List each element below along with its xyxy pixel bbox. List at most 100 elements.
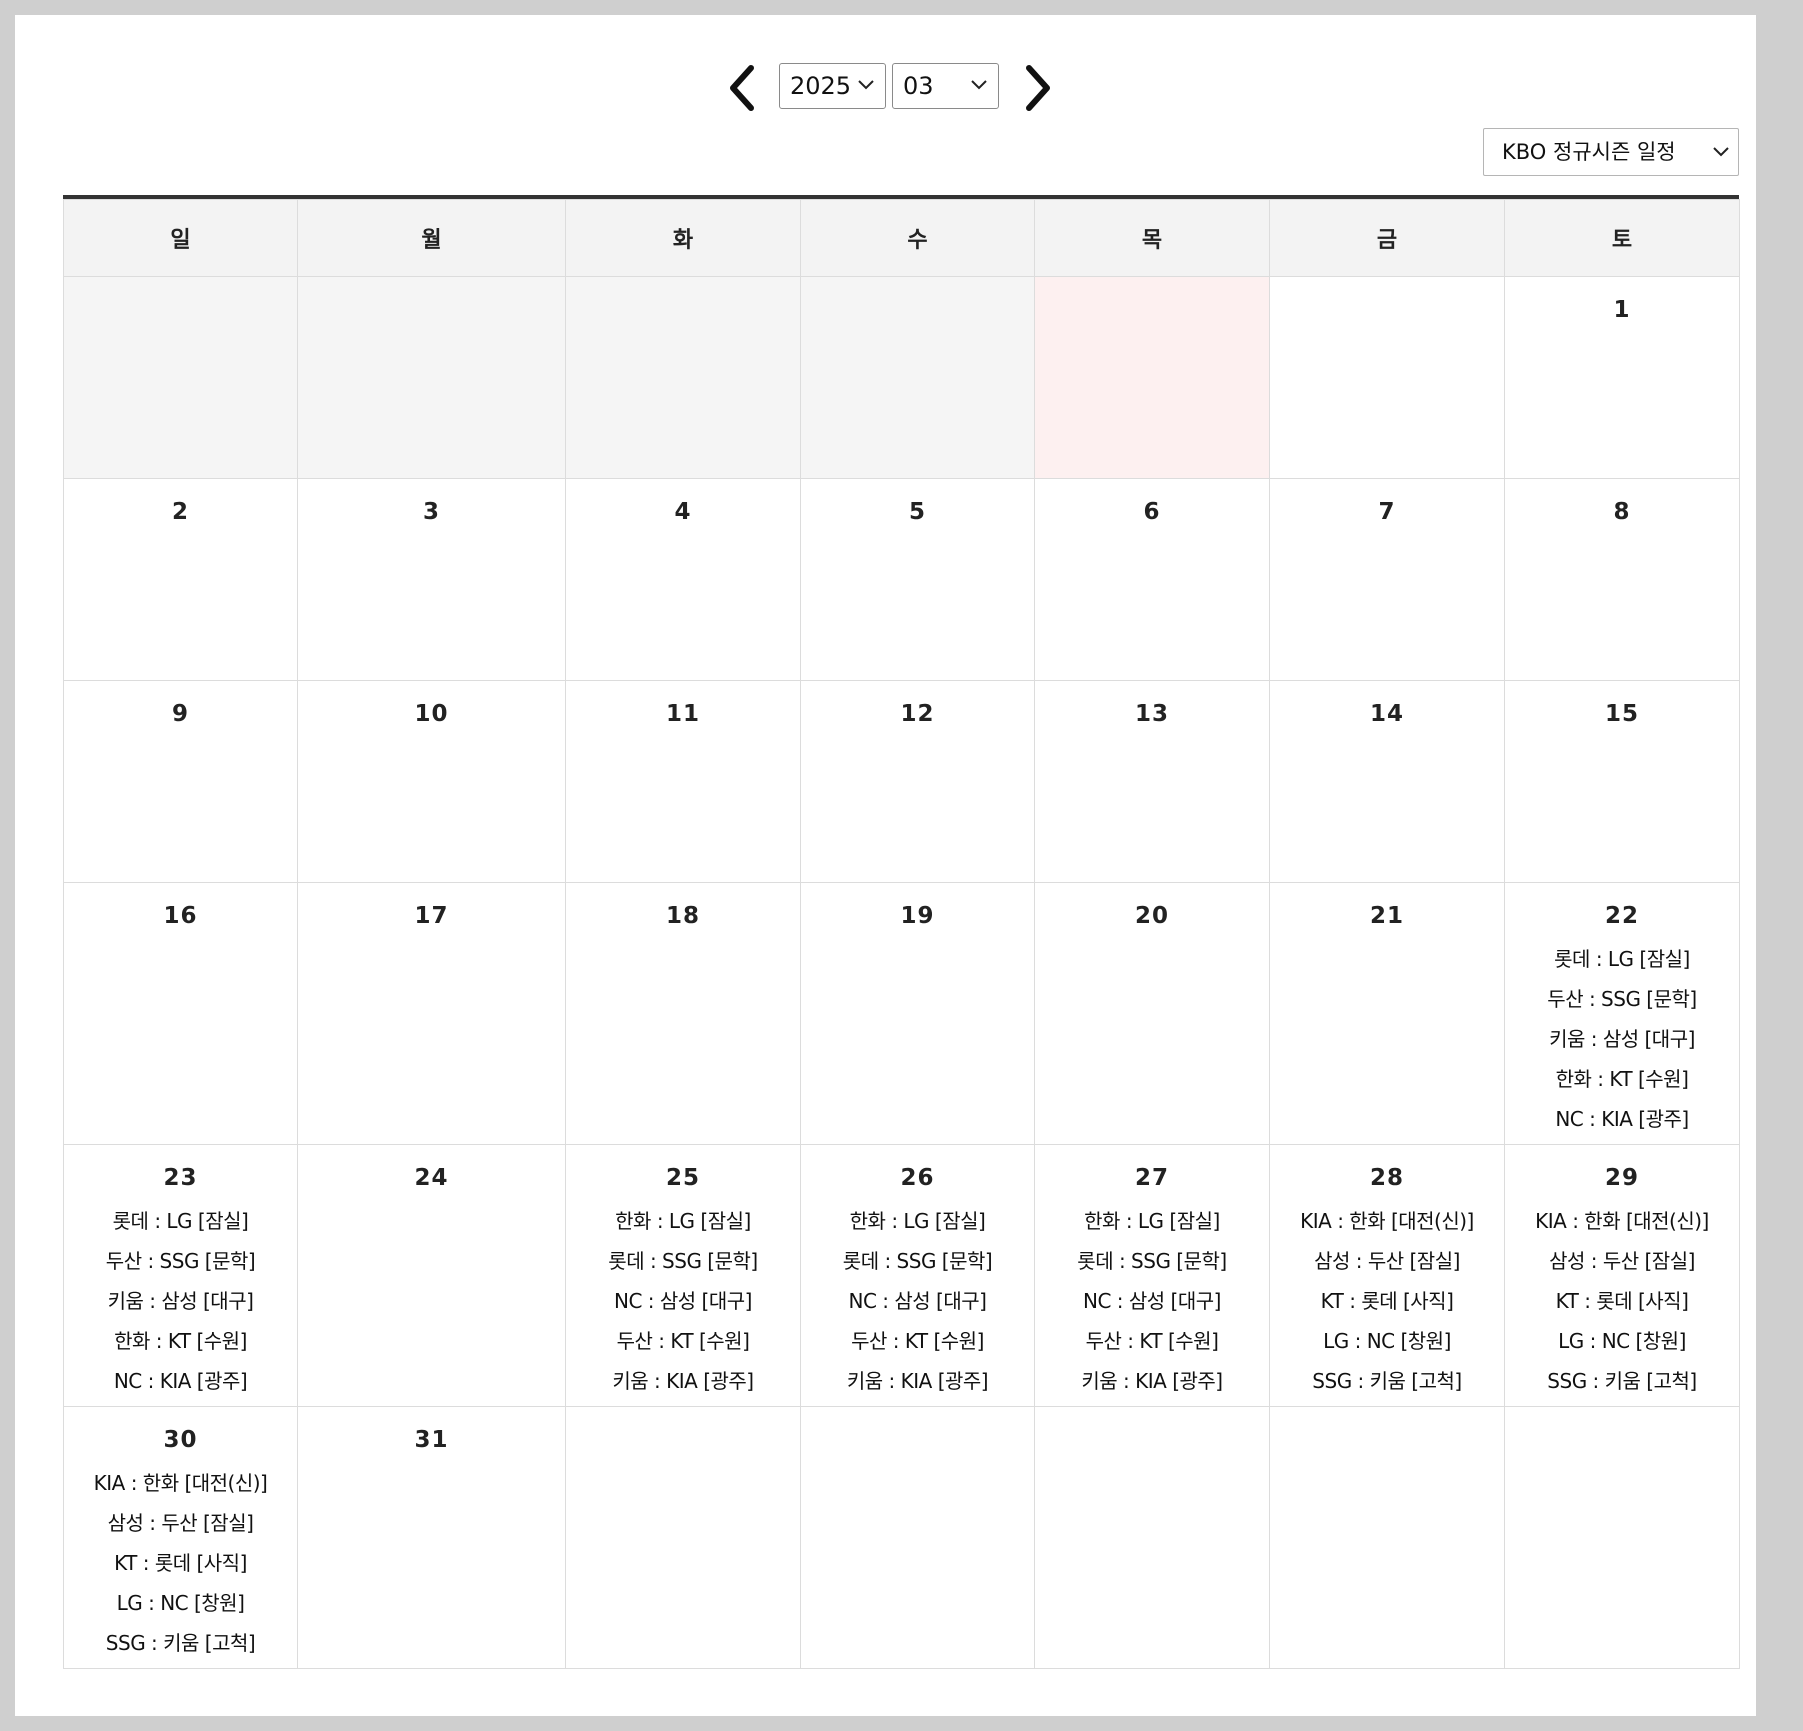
game-entry[interactable]: NC : 삼성 [대구] bbox=[1035, 1281, 1269, 1321]
month-select-value: 03 bbox=[903, 72, 934, 100]
game-entry[interactable]: SSG : 키움 [고척] bbox=[64, 1623, 297, 1663]
calendar-day-cell[interactable]: 23 롯데 : LG [잠실] 두산 : SSG [문학] 키움 : 삼성 [대구] 한… bbox=[63, 1144, 298, 1407]
calendar-cell-empty bbox=[1269, 276, 1505, 479]
calendar-day-cell[interactable]: 14 bbox=[1269, 680, 1505, 883]
game-entry[interactable]: 키움 : KIA [광주] bbox=[1035, 1361, 1269, 1401]
game-entry[interactable]: 삼성 : 두산 [잠실] bbox=[1270, 1241, 1504, 1281]
calendar-day-cell[interactable]: 9 bbox=[63, 680, 298, 883]
game-list: 한화 : LG [잠실] 롯데 : SSG [문학] NC : 삼성 [대구] 두산 … bbox=[1035, 1201, 1269, 1401]
game-entry[interactable]: KT : 롯데 [사직] bbox=[1270, 1281, 1504, 1321]
calendar-day-cell[interactable]: 20 bbox=[1034, 882, 1270, 1145]
chevron-down-icon bbox=[1713, 147, 1729, 157]
game-entry[interactable]: 두산 : SSG [문학] bbox=[64, 1241, 297, 1281]
game-entry[interactable]: KIA : 한화 [대전(신)] bbox=[1270, 1201, 1504, 1241]
weekday-header-sun: 일 bbox=[63, 199, 298, 277]
calendar-day-cell[interactable]: 21 bbox=[1269, 882, 1505, 1145]
game-entry[interactable]: 삼성 : 두산 [잠실] bbox=[64, 1503, 297, 1543]
day-number: 22 bbox=[1604, 903, 1639, 929]
calendar-day-cell[interactable]: 19 bbox=[800, 882, 1035, 1145]
weekday-header-thu: 목 bbox=[1034, 199, 1270, 277]
game-entry[interactable]: 한화 : LG [잠실] bbox=[1035, 1201, 1269, 1241]
calendar-day-cell[interactable]: 26 한화 : LG [잠실] 롯데 : SSG [문학] NC : 삼성 [대구] 두… bbox=[800, 1144, 1035, 1407]
calendar-week-row: 23 롯데 : LG [잠실] 두산 : SSG [문학] 키움 : 삼성 [대구] 한… bbox=[63, 1144, 1740, 1407]
game-entry[interactable]: 롯데 : LG [잠실] bbox=[1505, 939, 1739, 979]
game-entry[interactable]: KT : 롯데 [사직] bbox=[64, 1543, 297, 1583]
chevron-left-icon bbox=[730, 65, 754, 111]
calendar-day-cell[interactable]: 27 한화 : LG [잠실] 롯데 : SSG [문학] NC : 삼성 [대구] 두… bbox=[1034, 1144, 1270, 1407]
game-entry[interactable]: LG : NC [창원] bbox=[64, 1583, 297, 1623]
weekday-header-row: 일 월 화 수 목 금 토 bbox=[63, 199, 1740, 277]
game-entry[interactable]: 삼성 : 두산 [잠실] bbox=[1505, 1241, 1739, 1281]
game-entry[interactable]: 두산 : SSG [문학] bbox=[1505, 979, 1739, 1019]
game-entry[interactable]: SSG : 키움 [고척] bbox=[1505, 1361, 1739, 1401]
game-entry[interactable]: NC : KIA [광주] bbox=[64, 1361, 297, 1401]
calendar-day-cell[interactable]: 18 bbox=[565, 882, 801, 1145]
calendar-day-cell[interactable]: 22 롯데 : LG [잠실] 두산 : SSG [문학] 키움 : 삼성 [대구] 한… bbox=[1504, 882, 1740, 1145]
calendar-day-cell[interactable]: 7 bbox=[1269, 478, 1505, 681]
calendar-day-cell[interactable]: 30 KIA : 한화 [대전(신)] 삼성 : 두산 [잠실] KT : 롯데 [사… bbox=[63, 1406, 298, 1669]
calendar-day-cell[interactable]: 4 bbox=[565, 478, 801, 681]
game-entry[interactable]: KIA : 한화 [대전(신)] bbox=[64, 1463, 297, 1503]
calendar-week-row: 30 KIA : 한화 [대전(신)] 삼성 : 두산 [잠실] KT : 롯데 [사… bbox=[63, 1406, 1740, 1669]
day-number: 5 bbox=[908, 499, 926, 525]
game-entry[interactable]: NC : 삼성 [대구] bbox=[566, 1281, 800, 1321]
calendar-day-cell[interactable]: 29 KIA : 한화 [대전(신)] 삼성 : 두산 [잠실] KT : 롯데 [사… bbox=[1504, 1144, 1740, 1407]
game-entry[interactable]: LG : NC [창원] bbox=[1505, 1321, 1739, 1361]
game-entry[interactable]: 키움 : KIA [광주] bbox=[566, 1361, 800, 1401]
year-select[interactable]: 2025 bbox=[779, 63, 886, 109]
calendar-day-cell[interactable]: 17 bbox=[297, 882, 566, 1145]
calendar-cell-empty bbox=[63, 276, 298, 479]
next-month-button[interactable] bbox=[1017, 63, 1057, 113]
calendar-day-cell[interactable]: 1 bbox=[1504, 276, 1740, 479]
game-entry[interactable]: LG : NC [창원] bbox=[1270, 1321, 1504, 1361]
calendar-day-cell[interactable]: 25 한화 : LG [잠실] 롯데 : SSG [문학] NC : 삼성 [대구] 두… bbox=[565, 1144, 801, 1407]
weekday-header-sat: 토 bbox=[1504, 199, 1740, 277]
game-entry[interactable]: 두산 : KT [수원] bbox=[1035, 1321, 1269, 1361]
calendar-day-cell[interactable]: 28 KIA : 한화 [대전(신)] 삼성 : 두산 [잠실] KT : 롯데 [사… bbox=[1269, 1144, 1505, 1407]
game-entry[interactable]: SSG : 키움 [고척] bbox=[1270, 1361, 1504, 1401]
game-entry[interactable]: 롯데 : SSG [문학] bbox=[801, 1241, 1034, 1281]
calendar-day-cell[interactable]: 24 bbox=[297, 1144, 566, 1407]
calendar-day-cell[interactable]: 16 bbox=[63, 882, 298, 1145]
game-entry[interactable]: 두산 : KT [수원] bbox=[801, 1321, 1034, 1361]
day-number: 13 bbox=[1134, 701, 1169, 727]
schedule-type-select[interactable]: KBO 정규시즌 일정 bbox=[1483, 128, 1739, 176]
game-entry[interactable]: 롯데 : SSG [문학] bbox=[566, 1241, 800, 1281]
game-entry[interactable]: 롯데 : SSG [문학] bbox=[1035, 1241, 1269, 1281]
calendar-week-row: 9 10 11 12 13 14 15 bbox=[63, 680, 1740, 883]
calendar-day-cell[interactable]: 15 bbox=[1504, 680, 1740, 883]
day-number: 1 bbox=[1613, 297, 1631, 323]
calendar-cell-empty bbox=[1269, 1406, 1505, 1669]
calendar-day-cell[interactable]: 10 bbox=[297, 680, 566, 883]
calendar-day-cell[interactable]: 12 bbox=[800, 680, 1035, 883]
day-number: 30 bbox=[163, 1427, 198, 1453]
calendar-day-cell[interactable]: 11 bbox=[565, 680, 801, 883]
game-entry[interactable]: KIA : 한화 [대전(신)] bbox=[1505, 1201, 1739, 1241]
game-entry[interactable]: NC : 삼성 [대구] bbox=[801, 1281, 1034, 1321]
calendar-day-cell[interactable]: 3 bbox=[297, 478, 566, 681]
game-entry[interactable]: 한화 : KT [수원] bbox=[1505, 1059, 1739, 1099]
game-entry[interactable]: KT : 롯데 [사직] bbox=[1505, 1281, 1739, 1321]
calendar-day-cell[interactable]: 6 bbox=[1034, 478, 1270, 681]
calendar-day-cell[interactable]: 8 bbox=[1504, 478, 1740, 681]
game-entry[interactable]: 키움 : 삼성 [대구] bbox=[64, 1281, 297, 1321]
game-entry[interactable]: 키움 : KIA [광주] bbox=[801, 1361, 1034, 1401]
calendar-day-cell[interactable]: 31 bbox=[297, 1406, 566, 1669]
calendar-day-cell[interactable]: 5 bbox=[800, 478, 1035, 681]
game-entry[interactable]: 한화 : KT [수원] bbox=[64, 1321, 297, 1361]
game-entry[interactable]: NC : KIA [광주] bbox=[1505, 1099, 1739, 1139]
game-entry[interactable]: 한화 : LG [잠실] bbox=[566, 1201, 800, 1241]
calendar-week-row: 16 17 18 19 20 21 22 롯데 : LG [잠실] 두산 : SSG [문학] 키… bbox=[63, 882, 1740, 1145]
game-entry[interactable]: 키움 : 삼성 [대구] bbox=[1505, 1019, 1739, 1059]
game-entry[interactable]: 두산 : KT [수원] bbox=[566, 1321, 800, 1361]
game-entry[interactable]: 롯데 : LG [잠실] bbox=[64, 1201, 297, 1241]
prev-month-button[interactable] bbox=[723, 63, 763, 113]
day-number: 4 bbox=[674, 499, 692, 525]
day-number: 7 bbox=[1378, 499, 1396, 525]
day-number: 27 bbox=[1134, 1165, 1169, 1191]
game-entry[interactable]: 한화 : LG [잠실] bbox=[801, 1201, 1034, 1241]
day-number: 12 bbox=[900, 701, 935, 727]
month-select[interactable]: 03 bbox=[892, 63, 999, 109]
calendar-day-cell[interactable]: 2 bbox=[63, 478, 298, 681]
calendar-day-cell[interactable]: 13 bbox=[1034, 680, 1270, 883]
